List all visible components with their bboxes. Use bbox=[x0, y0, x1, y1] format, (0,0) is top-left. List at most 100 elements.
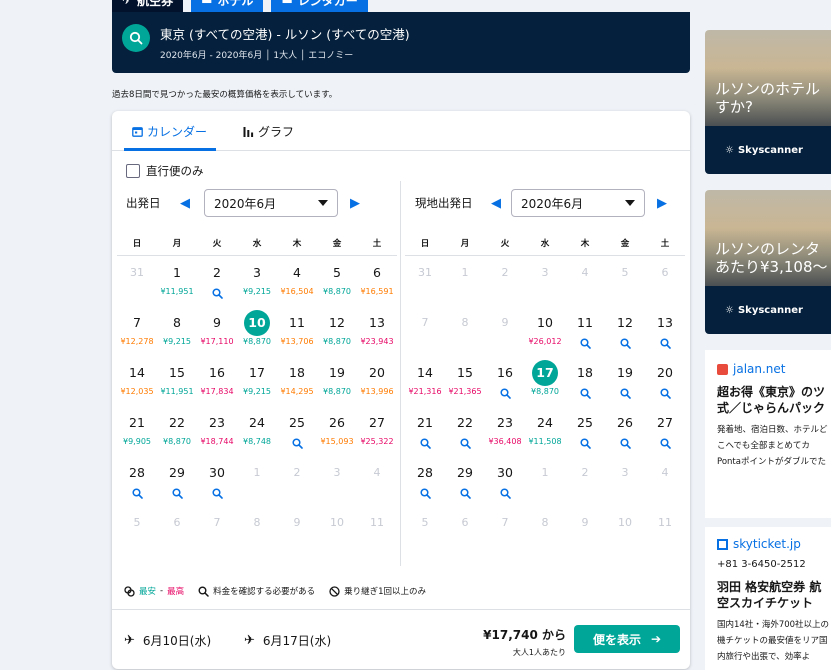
calendar-day[interactable]: 28 bbox=[117, 460, 157, 510]
calendar-day-outside: 3 bbox=[317, 460, 357, 510]
next-month-arrow-icon[interactable]: ▶ bbox=[348, 196, 362, 211]
calendar-day[interactable]: 23 ¥36,408 bbox=[485, 410, 525, 460]
calendar-day[interactable]: 20 ¥13,996 bbox=[357, 360, 397, 410]
day-number: 25 bbox=[577, 415, 593, 430]
direct-only-checkbox[interactable] bbox=[126, 164, 140, 178]
calendar-day[interactable]: 12 bbox=[605, 310, 645, 360]
day-number: 3 bbox=[621, 466, 629, 479]
calendar-day[interactable]: 10 ¥8,870 bbox=[237, 310, 277, 360]
inbound-label: 現地出発日 bbox=[415, 196, 473, 210]
calendar-day-outside: 4 bbox=[565, 260, 605, 310]
day-price: ¥16,504 bbox=[280, 287, 314, 296]
skyticket-title[interactable]: 羽田 格安航空券 航空スカイチケット bbox=[717, 579, 831, 611]
day-number: 8 bbox=[541, 516, 549, 529]
day-price: ¥13,996 bbox=[360, 387, 394, 396]
day-number: 10 bbox=[244, 310, 270, 336]
calendar-day[interactable]: 29 bbox=[445, 460, 485, 510]
calendar-day[interactable]: 14 ¥21,316 bbox=[405, 360, 445, 410]
calendar-day[interactable]: 30 bbox=[485, 460, 525, 510]
calendar-day[interactable]: 27 ¥25,322 bbox=[357, 410, 397, 460]
calendar-day[interactable]: 6 ¥16,591 bbox=[357, 260, 397, 310]
calendar-day[interactable]: 30 bbox=[197, 460, 237, 510]
day-price: ¥26,012 bbox=[528, 337, 562, 346]
day-price: ¥8,870 bbox=[531, 387, 559, 396]
calendar-day[interactable]: 21 bbox=[405, 410, 445, 460]
calendar-day[interactable]: 24 ¥11,508 bbox=[525, 410, 565, 460]
calendar-day[interactable]: 17 ¥9,215 bbox=[237, 360, 277, 410]
calendar-day[interactable]: 22 ¥8,870 bbox=[157, 410, 197, 460]
calendar-day[interactable]: 15 ¥11,951 bbox=[157, 360, 197, 410]
search-icon bbox=[291, 438, 303, 449]
calendar-day[interactable]: 15 ¥21,365 bbox=[445, 360, 485, 410]
inbound-month-select[interactable]: 2020年6月 bbox=[511, 189, 645, 217]
day-number: 26 bbox=[329, 415, 345, 430]
skyticket-brand[interactable]: skyticket.jp bbox=[717, 537, 831, 551]
day-price: ¥14,295 bbox=[280, 387, 314, 396]
tab-car-hire[interactable]: ▬ レンタカー bbox=[271, 0, 368, 12]
skyticket-phone[interactable]: +81 3-6450-2512 bbox=[717, 557, 831, 573]
tab-hotels[interactable]: ▬ ホテル bbox=[191, 0, 264, 12]
search-icon bbox=[659, 388, 671, 399]
calendar-day[interactable]: 20 bbox=[645, 360, 685, 410]
calendar-day[interactable]: 16 bbox=[485, 360, 525, 410]
search-summary-header[interactable]: 東京 (すべての空港) - ルソン (すべての空港) 2020年6月 - 202… bbox=[112, 12, 690, 73]
search-icon bbox=[659, 338, 671, 349]
calendar-day[interactable]: 19 ¥8,870 bbox=[317, 360, 357, 410]
hotel-ad[interactable]: ルソンのホテル すか? ☼ Skyscanner bbox=[705, 30, 831, 174]
calendar-day[interactable]: 11 ¥13,706 bbox=[277, 310, 317, 360]
show-flights-button[interactable]: 便を表示 ➔ bbox=[574, 625, 680, 653]
calendar-day[interactable]: 25 bbox=[565, 410, 605, 460]
day-price: ¥21,365 bbox=[448, 387, 482, 396]
direct-only-filter[interactable]: 直行便のみ bbox=[126, 163, 204, 179]
calendar-day[interactable]: 26 bbox=[605, 410, 645, 460]
tab-graph[interactable]: グラフ bbox=[243, 123, 294, 140]
next-month-arrow-icon[interactable]: ▶ bbox=[655, 196, 669, 211]
tab-calendar[interactable]: カレンダー bbox=[132, 123, 207, 140]
calendar-day-outside: 6 bbox=[157, 510, 197, 560]
calendar-day[interactable]: 5 ¥8,870 bbox=[317, 260, 357, 310]
calendar-day[interactable]: 13 bbox=[645, 310, 685, 360]
jalan-title[interactable]: 超お得《東京》のツ式／じゃらんパック bbox=[717, 384, 831, 416]
calendar-day[interactable]: 24 ¥8,748 bbox=[237, 410, 277, 460]
calendar-day[interactable]: 27 bbox=[645, 410, 685, 460]
calendar-day[interactable]: 11 bbox=[565, 310, 605, 360]
jalan-ad[interactable]: jalan.net 超お得《東京》のツ式／じゃらんパック 発着地、宿泊日数、ホテ… bbox=[705, 350, 831, 518]
calendar-day-outside: 10 bbox=[317, 510, 357, 560]
calendar-day[interactable]: 17 ¥8,870 bbox=[525, 360, 565, 410]
calendar-day[interactable]: 8 ¥9,215 bbox=[157, 310, 197, 360]
jalan-brand[interactable]: jalan.net bbox=[717, 362, 831, 376]
calendar-day[interactable]: 3 ¥9,215 bbox=[237, 260, 277, 310]
day-number: 19 bbox=[617, 365, 633, 380]
calendar-day[interactable]: 29 bbox=[157, 460, 197, 510]
calendar-day[interactable]: 10 ¥26,012 bbox=[525, 310, 565, 360]
calendar-day[interactable]: 22 bbox=[445, 410, 485, 460]
calendar-day[interactable]: 19 bbox=[605, 360, 645, 410]
calendar-day[interactable]: 18 ¥14,295 bbox=[277, 360, 317, 410]
skyticket-ad[interactable]: skyticket.jp +81 3-6450-2512 羽田 格安航空券 航空… bbox=[705, 527, 831, 670]
day-number: 29 bbox=[169, 465, 185, 480]
calendar-day[interactable]: 18 bbox=[565, 360, 605, 410]
calendar-day[interactable]: 25 bbox=[277, 410, 317, 460]
calendar-day[interactable]: 23 ¥18,744 bbox=[197, 410, 237, 460]
calendar-day[interactable]: 14 ¥12,035 bbox=[117, 360, 157, 410]
day-price: ¥8,870 bbox=[323, 287, 351, 296]
prev-month-arrow-icon[interactable]: ◀ bbox=[489, 196, 503, 211]
tab-flights[interactable]: ✈ 航空券 bbox=[112, 0, 184, 12]
calendar-day[interactable]: 2 bbox=[197, 260, 237, 310]
calendar-day[interactable]: 26 ¥15,093 bbox=[317, 410, 357, 460]
prev-month-arrow-icon[interactable]: ◀ bbox=[178, 196, 192, 211]
calendar-day[interactable]: 9 ¥17,110 bbox=[197, 310, 237, 360]
outbound-month-select[interactable]: 2020年6月 bbox=[204, 189, 338, 217]
calendar-day[interactable]: 12 ¥8,870 bbox=[317, 310, 357, 360]
return-date: 6月17日(水) bbox=[262, 634, 332, 648]
calendar-day[interactable]: 21 ¥9,905 bbox=[117, 410, 157, 460]
car-hire-ad[interactable]: ルソンのレンタ あたり¥3,108～ ☼ Skyscanner bbox=[705, 190, 831, 334]
calendar-day[interactable]: 28 bbox=[405, 460, 445, 510]
calendar-day[interactable]: 16 ¥17,834 bbox=[197, 360, 237, 410]
day-price: ¥12,035 bbox=[120, 387, 154, 396]
calendar-day[interactable]: 7 ¥12,278 bbox=[117, 310, 157, 360]
calendar-day[interactable]: 13 ¥23,943 bbox=[357, 310, 397, 360]
calendar-day[interactable]: 4 ¥16,504 bbox=[277, 260, 317, 310]
calendar-day[interactable]: 1 ¥11,951 bbox=[157, 260, 197, 310]
search-icon[interactable] bbox=[122, 24, 150, 52]
